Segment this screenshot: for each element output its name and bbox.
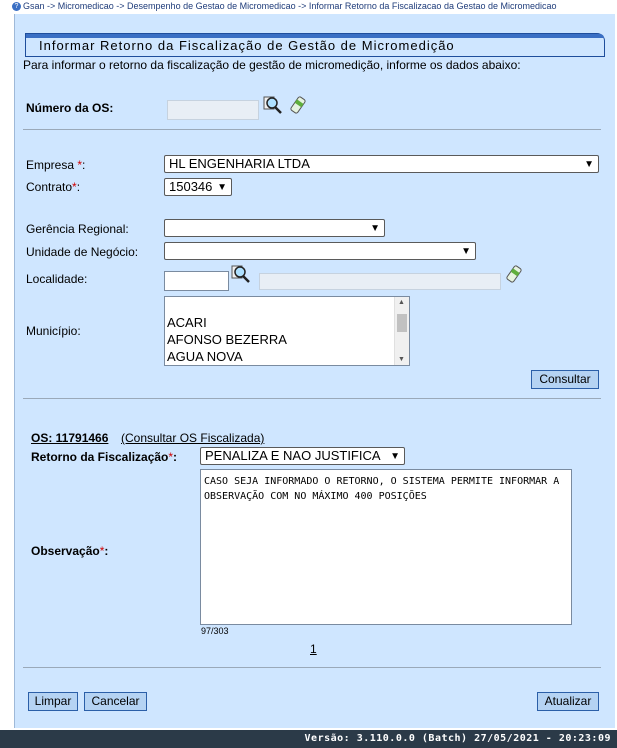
cancelar-button[interactable]: Cancelar (84, 692, 147, 711)
breadcrumb-text[interactable]: Gsan -> Micromedicao -> Desempenho de Ge… (23, 1, 557, 11)
form-title-box: Informar Retorno da Fiscalização de Gest… (25, 33, 605, 57)
version-footer: Versão: 3.110.0.0 (Batch) 27/05/2021 - 2… (0, 730, 617, 748)
chevron-down-icon: ▼ (390, 451, 400, 462)
contrato-value: 150346 (169, 179, 213, 194)
magnifier-icon[interactable] (231, 265, 251, 285)
eraser-icon[interactable] (505, 265, 523, 283)
divider (23, 398, 601, 399)
scrollbar[interactable]: ▲ ▼ (394, 297, 409, 365)
localidade-label: Localidade: (26, 272, 88, 286)
empresa-value: HL ENGENHARIA LTDA (169, 156, 310, 171)
chevron-down-icon: ▼ (461, 246, 471, 257)
os-number-input[interactable] (167, 100, 259, 120)
divider (23, 667, 601, 668)
os-info-label: OS: 11791466 (31, 431, 109, 445)
form-panel: Informar Retorno da Fiscalização de Gest… (14, 14, 615, 728)
scrollbar-thumb[interactable] (397, 314, 407, 332)
scroll-up-icon[interactable]: ▲ (398, 299, 405, 306)
limpar-button[interactable]: Limpar (28, 692, 78, 711)
page-title: Informar Retorno da Fiscalização de Gest… (39, 38, 455, 53)
retorno-value: PENALIZA E NAO JUSTIFICA (205, 448, 381, 463)
consultar-button[interactable]: Consultar (531, 370, 599, 389)
empresa-label: Empresa *: (26, 158, 86, 172)
list-item[interactable]: AGUA NOVA (165, 348, 409, 365)
magnifier-icon[interactable] (263, 96, 283, 116)
observacao-label: Observação*: (31, 544, 109, 558)
os-number-label: Número da OS: (26, 101, 114, 115)
instructions-text: Para informar o retorno da fiscalização … (23, 58, 521, 72)
unidade-label: Unidade de Negócio: (26, 245, 139, 259)
list-item[interactable]: ACARI (165, 314, 409, 331)
help-icon[interactable]: ? (12, 2, 21, 12)
municipio-label: Município: (26, 324, 81, 338)
gerencia-select[interactable]: ▼ (164, 219, 385, 237)
retorno-label: Retorno da Fiscalização*: (31, 450, 178, 464)
contrato-select[interactable]: 150346 ▼ (164, 178, 232, 196)
breadcrumb: ? Gsan -> Micromedicao -> Desempenho de G… (0, 0, 617, 12)
municipio-listbox[interactable]: ACARI AFONSO BEZERRA AGUA NOVA ▲ ▼ (164, 296, 410, 366)
chevron-down-icon: ▼ (217, 182, 227, 193)
unidade-select[interactable]: ▼ (164, 242, 476, 260)
atualizar-button[interactable]: Atualizar (537, 692, 599, 711)
retorno-select[interactable]: PENALIZA E NAO JUSTIFICA ▼ (200, 447, 405, 465)
localidade-input[interactable] (164, 271, 229, 291)
consultar-os-link[interactable]: (Consultar OS Fiscalizada) (121, 431, 264, 445)
char-counter: 97/303 (201, 626, 229, 636)
divider (23, 129, 601, 130)
chevron-down-icon: ▼ (584, 159, 594, 170)
contrato-label: Contrato*: (26, 180, 81, 194)
gerencia-label: Gerência Regional: (26, 222, 129, 236)
localidade-description (259, 273, 501, 290)
pagination-link[interactable]: 1 (310, 642, 317, 656)
eraser-icon[interactable] (289, 96, 307, 114)
chevron-down-icon: ▼ (370, 223, 380, 234)
scroll-down-icon[interactable]: ▼ (398, 356, 405, 363)
observacao-textarea[interactable]: CASO SEJA INFORMADO O RETORNO, O SISTEMA… (200, 469, 572, 625)
list-item[interactable]: AFONSO BEZERRA (165, 331, 409, 348)
list-item[interactable] (165, 297, 409, 314)
empresa-select[interactable]: HL ENGENHARIA LTDA ▼ (164, 155, 599, 173)
